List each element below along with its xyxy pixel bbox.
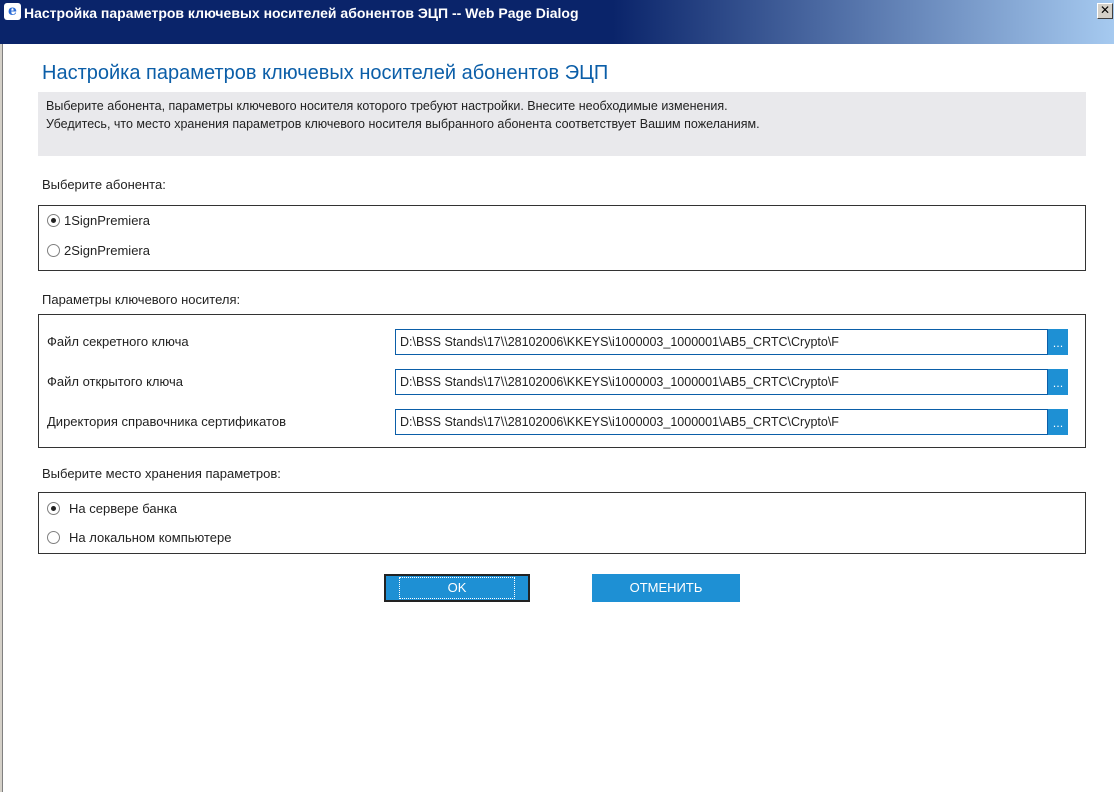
radio-unchecked-icon[interactable] [47, 244, 60, 257]
ok-button-label: OK [398, 577, 516, 599]
cert-dir-label: Директория справочника сертификатов [47, 414, 286, 429]
title-bar: e Настройка параметров ключевых носителе… [0, 0, 1114, 44]
subscriber-group: 1SignPremiera 2SignPremiera [38, 205, 1086, 271]
params-group: Файл секретного ключа D:\BSS Stands\17\\… [38, 314, 1086, 448]
page-title: Настройка параметров ключевых носителей … [42, 62, 609, 84]
public-key-browse-button[interactable]: ... [1048, 369, 1068, 395]
ok-button[interactable]: OK [384, 574, 530, 602]
subscriber-section-label: Выберите абонента: [42, 177, 166, 192]
storage-option-label: На локальном компьютере [69, 530, 232, 545]
close-button[interactable]: ✕ [1097, 3, 1113, 19]
subscriber-option-label: 1SignPremiera [64, 213, 150, 228]
public-key-row: Файл открытого ключа D:\BSS Stands\17\\2… [47, 369, 1077, 395]
secret-key-field[interactable]: D:\BSS Stands\17\\28102006\KKEYS\i100000… [395, 329, 1048, 355]
radio-checked-icon[interactable] [47, 214, 60, 227]
storage-section-label: Выберите место хранения параметров: [42, 466, 281, 481]
radio-checked-icon[interactable] [47, 502, 60, 515]
window-left-border [0, 44, 3, 792]
cert-dir-row: Директория справочника сертификатов D:\B… [47, 409, 1077, 435]
info-line-1: Выберите абонента, параметры ключевого н… [46, 99, 728, 113]
info-panel: Выберите абонента, параметры ключевого н… [38, 92, 1086, 156]
info-line-2: Убедитесь, что место хранения параметров… [46, 117, 760, 131]
cert-dir-field[interactable]: D:\BSS Stands\17\\28102006\KKEYS\i100000… [395, 409, 1048, 435]
secret-key-row: Файл секретного ключа D:\BSS Stands\17\\… [47, 329, 1077, 355]
params-section-label: Параметры ключевого носителя: [42, 292, 241, 307]
subscriber-option-2[interactable]: 2SignPremiera [47, 243, 150, 258]
public-key-label: Файл открытого ключа [47, 374, 183, 389]
cert-dir-browse-button[interactable]: ... [1048, 409, 1068, 435]
secret-key-label: Файл секретного ключа [47, 334, 189, 349]
radio-unchecked-icon[interactable] [47, 531, 60, 544]
secret-key-browse-button[interactable]: ... [1048, 329, 1068, 355]
window-title: Настройка параметров ключевых носителей … [24, 5, 579, 21]
public-key-field[interactable]: D:\BSS Stands\17\\28102006\KKEYS\i100000… [395, 369, 1048, 395]
storage-option-server[interactable]: На сервере банка [47, 501, 177, 516]
cancel-button[interactable]: ОТМЕНИТЬ [592, 574, 740, 602]
storage-option-local[interactable]: На локальном компьютере [47, 530, 232, 545]
storage-group: На сервере банка На локальном компьютере [38, 492, 1086, 554]
subscriber-option-1[interactable]: 1SignPremiera [47, 213, 150, 228]
ie-icon: e [4, 3, 21, 20]
storage-option-label: На сервере банка [69, 501, 178, 516]
subscriber-option-label: 2SignPremiera [64, 243, 150, 258]
